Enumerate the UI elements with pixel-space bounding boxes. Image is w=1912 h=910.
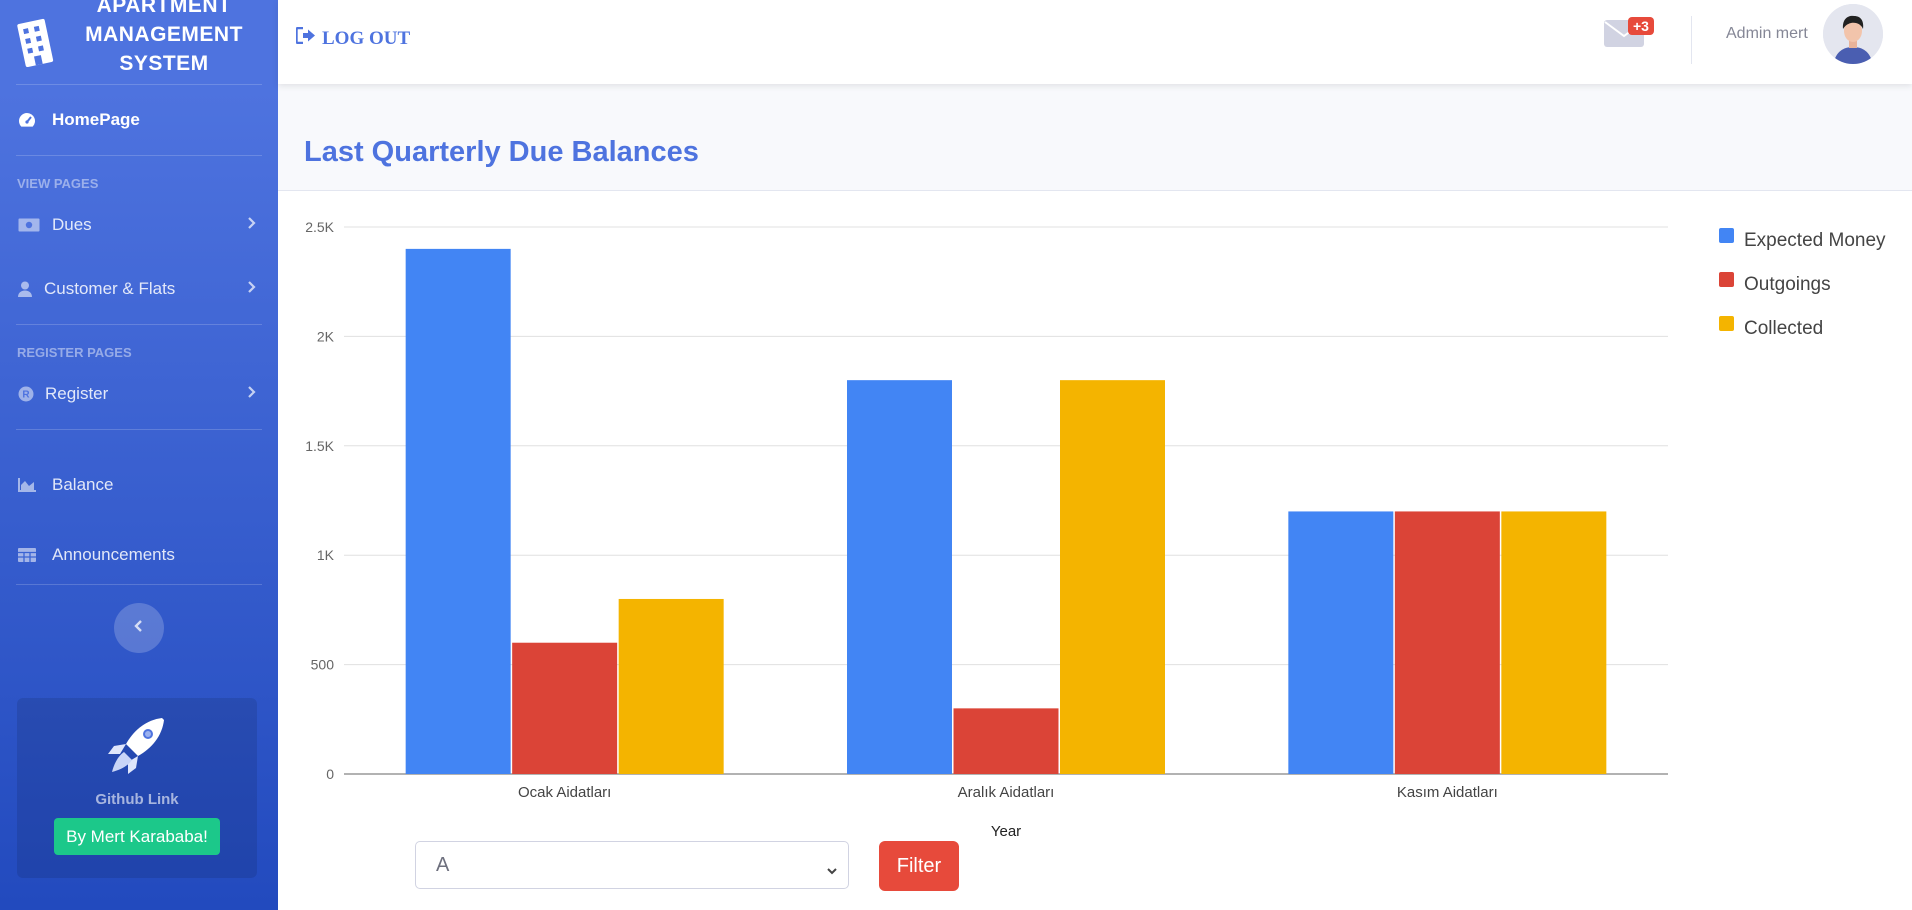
x-tick-label: Aralık Aidatları (958, 784, 1055, 801)
legend-label: Outgoings (1744, 274, 1831, 295)
bar (953, 708, 1059, 774)
legend-swatch (1719, 272, 1734, 287)
period-select-value: A (436, 853, 450, 876)
bar (1288, 511, 1394, 774)
bar (618, 598, 724, 774)
bar (405, 248, 511, 774)
x-axis-title: Year (991, 823, 1021, 840)
y-tick-label: 2K (317, 328, 335, 344)
y-tick-label: 500 (311, 657, 335, 673)
bar (1501, 511, 1607, 774)
y-tick-label: 1.5K (305, 438, 334, 454)
x-tick-label: Ocak Aidatları (518, 784, 611, 801)
legend-swatch (1719, 316, 1734, 331)
bar (1060, 380, 1165, 774)
legend-label: Collected (1744, 318, 1823, 339)
chevron-down-icon (826, 859, 838, 882)
bar (847, 380, 952, 774)
x-tick-label: Kasım Aidatları (1397, 784, 1498, 801)
y-tick-label: 2.5K (305, 219, 334, 235)
filter-button[interactable]: Filter (879, 841, 959, 891)
y-tick-label: 0 (326, 766, 334, 782)
bar (512, 642, 618, 774)
bar (1394, 511, 1500, 774)
legend-label: Expected Money (1744, 230, 1886, 251)
y-tick-label: 1K (317, 547, 335, 563)
legend-swatch (1719, 228, 1734, 243)
period-select[interactable]: A (415, 841, 849, 889)
bar-chart: 0 500 1K 1.5K 2K 2.5K Ocak Aidatları Aralık Aid… (305, 219, 1886, 840)
